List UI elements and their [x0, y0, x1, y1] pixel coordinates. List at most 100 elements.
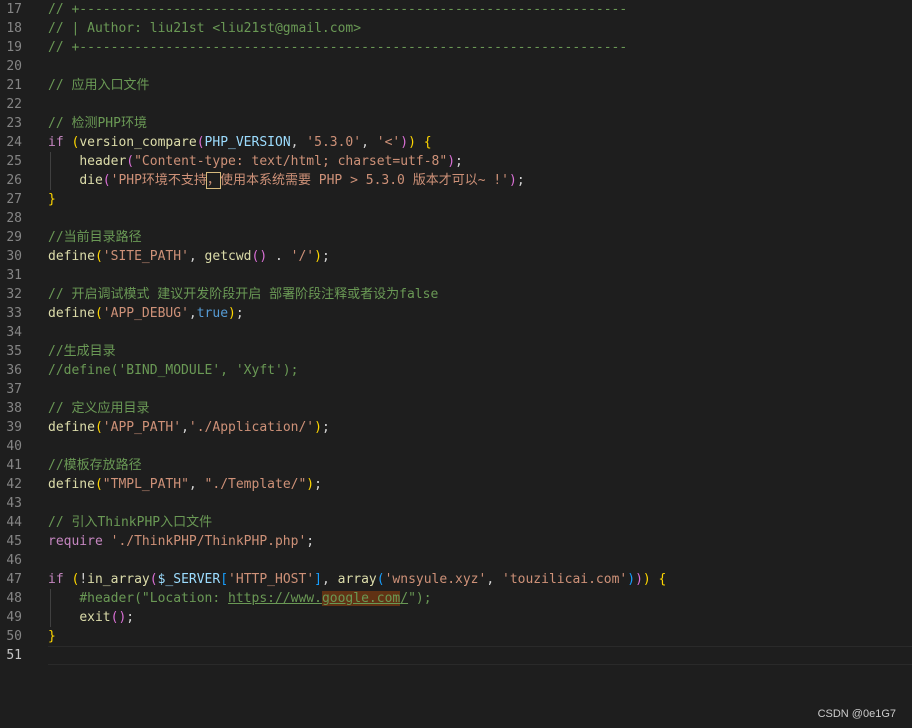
code-token: //生成目录: [48, 344, 116, 359]
code-line[interactable]: 43: [0, 494, 912, 513]
code-text[interactable]: }: [48, 190, 56, 209]
code-token: '5.3.0': [306, 135, 362, 150]
code-token: //define('BIND_MODULE', 'Xyft');: [48, 363, 299, 378]
code-text[interactable]: // 开启调试模式 建议开发阶段开启 部署阶段注释或者设为false: [48, 285, 438, 304]
code-text[interactable]: //define('BIND_MODULE', 'Xyft');: [48, 361, 298, 380]
line-number: 29: [6, 230, 22, 245]
code-token: require: [48, 534, 103, 549]
code-line[interactable]: 36 //define('BIND_MODULE', 'Xyft');: [0, 361, 912, 380]
code-text[interactable]: // +------------------------------------…: [48, 38, 627, 57]
code-line[interactable]: 35 //生成目录: [0, 342, 912, 361]
code-token: ;: [235, 306, 244, 321]
code-line[interactable]: 44 // 引入ThinkPHP入口文件: [0, 513, 912, 532]
code-lines[interactable]: 17 // +----------------------------------…: [0, 0, 912, 665]
code-text[interactable]: die('PHP环境不支持，使用本系统需要 PHP > 5.3.0 版本才可以~…: [48, 171, 525, 190]
code-text[interactable]: define('APP_PATH','./Application/');: [48, 418, 330, 437]
code-line[interactable]: 28: [0, 209, 912, 228]
code-line[interactable]: 37: [0, 380, 912, 399]
code-line[interactable]: 34: [0, 323, 912, 342]
code-token: ,: [321, 572, 338, 587]
code-line[interactable]: 39 define('APP_PATH','./Application/');: [0, 418, 912, 437]
code-line[interactable]: 22: [0, 95, 912, 114]
code-line[interactable]: 19 // +----------------------------------…: [0, 38, 912, 57]
code-text[interactable]: // 应用入口文件: [48, 76, 149, 95]
code-line[interactable]: 18 // | Author: liu21st <liu21st@gmail.co…: [0, 19, 912, 38]
code-text[interactable]: // 检测PHP环境: [48, 114, 147, 133]
code-token: (: [376, 572, 385, 587]
code-token: PHP_VERSION: [204, 135, 291, 150]
line-number: 21: [6, 78, 22, 93]
code-text[interactable]: if (version_compare(PHP_VERSION, '5.3.0'…: [48, 133, 432, 152]
code-text[interactable]: // +------------------------------------…: [48, 0, 627, 19]
code-line[interactable]: 47 if (!in_array($_SERVER['HTTP_HOST'], a…: [0, 570, 912, 589]
code-line[interactable]: 24 if (version_compare(PHP_VERSION, '5.3.…: [0, 133, 912, 152]
line-number: 39: [6, 420, 22, 435]
code-line[interactable]: 38 // 定义应用目录: [0, 399, 912, 418]
code-line[interactable]: 31: [0, 266, 912, 285]
line-number: 45: [6, 534, 22, 549]
code-text[interactable]: #header("Location: https://www.google.co…: [48, 589, 432, 608]
code-text[interactable]: define('APP_DEBUG',true);: [48, 304, 244, 323]
code-text[interactable]: define('SITE_PATH', getcwd() . '/');: [48, 247, 330, 266]
code-line[interactable]: 25 header("Content-type: text/html; char…: [0, 152, 912, 171]
code-line[interactable]: 23 // 检测PHP环境: [0, 114, 912, 133]
code-line[interactable]: 41 //模板存放路径: [0, 456, 912, 475]
code-token: (: [94, 306, 103, 321]
code-token: ;: [321, 249, 330, 264]
code-text[interactable]: // | Author: liu21st <liu21st@gmail.com>: [48, 19, 361, 38]
line-number: 18: [6, 21, 22, 36]
code-token: {: [658, 572, 667, 587]
line-number: 33: [6, 306, 22, 321]
code-text[interactable]: //模板存放路径: [48, 456, 142, 475]
code-token: 'APP_PATH': [102, 420, 182, 435]
code-token: https://www.: [228, 591, 322, 606]
code-line[interactable]: 33 define('APP_DEBUG',true);: [0, 304, 912, 323]
line-number: 40: [6, 439, 22, 454]
code-line[interactable]: 40: [0, 437, 912, 456]
code-token: "./Template/": [204, 477, 307, 492]
code-line[interactable]: 48 #header("Location: https://www.google…: [0, 589, 912, 608]
line-number: 47: [6, 572, 22, 587]
code-token: ]: [314, 572, 322, 587]
code-text[interactable]: //生成目录: [48, 342, 116, 361]
code-token: $_SERVER: [157, 572, 221, 587]
line-number: 17: [6, 2, 22, 17]
code-text[interactable]: require './ThinkPHP/ThinkPHP.php';: [48, 532, 314, 551]
code-token: !: [79, 572, 88, 587]
code-line[interactable]: 32 // 开启调试模式 建议开发阶段开启 部署阶段注释或者设为false: [0, 285, 912, 304]
code-token: ): [635, 572, 643, 587]
code-token: (: [196, 135, 205, 150]
code-text[interactable]: define("TMPL_PATH", "./Template/");: [48, 475, 322, 494]
code-line[interactable]: 30 define('SITE_PATH', getcwd() . '/');: [0, 247, 912, 266]
code-token: getcwd: [204, 249, 252, 264]
code-line[interactable]: 46: [0, 551, 912, 570]
code-line[interactable]: 20: [0, 57, 912, 76]
code-line[interactable]: 50}: [0, 627, 912, 646]
code-token: header: [79, 154, 127, 169]
code-line[interactable]: 17 // +----------------------------------…: [0, 0, 912, 19]
code-text[interactable]: //当前目录路径: [48, 228, 142, 247]
code-line[interactable]: 27}: [0, 190, 912, 209]
code-text[interactable]: // 定义应用目录: [48, 399, 149, 418]
code-text[interactable]: exit();: [48, 608, 134, 627]
code-token: // 引入ThinkPHP入口文件: [48, 515, 213, 530]
code-line[interactable]: 51: [0, 646, 912, 665]
code-line[interactable]: 42 define("TMPL_PATH", "./Template/");: [0, 475, 912, 494]
code-line[interactable]: 45 require './ThinkPHP/ThinkPHP.php';: [0, 532, 912, 551]
code-text[interactable]: header("Content-type: text/html; charset…: [48, 152, 463, 171]
code-text[interactable]: if (!in_array($_SERVER['HTTP_HOST'], arr…: [48, 570, 666, 589]
line-number: 26: [6, 173, 22, 188]
code-line[interactable]: 29 //当前目录路径: [0, 228, 912, 247]
code-token: ): [509, 173, 517, 188]
code-text[interactable]: }: [48, 627, 56, 646]
code-line[interactable]: 26 die('PHP环境不支持，使用本系统需要 PHP > 5.3.0 版本才…: [0, 171, 912, 190]
line-number: 38: [6, 401, 22, 416]
code-token: // 应用入口文件: [48, 78, 150, 93]
code-text[interactable]: // 引入ThinkPHP入口文件: [48, 513, 212, 532]
code-line[interactable]: 49 exit();: [0, 608, 912, 627]
code-line[interactable]: 21 // 应用入口文件: [0, 76, 912, 95]
line-number: 22: [6, 97, 22, 112]
code-editor[interactable]: 17 // +----------------------------------…: [0, 0, 912, 728]
